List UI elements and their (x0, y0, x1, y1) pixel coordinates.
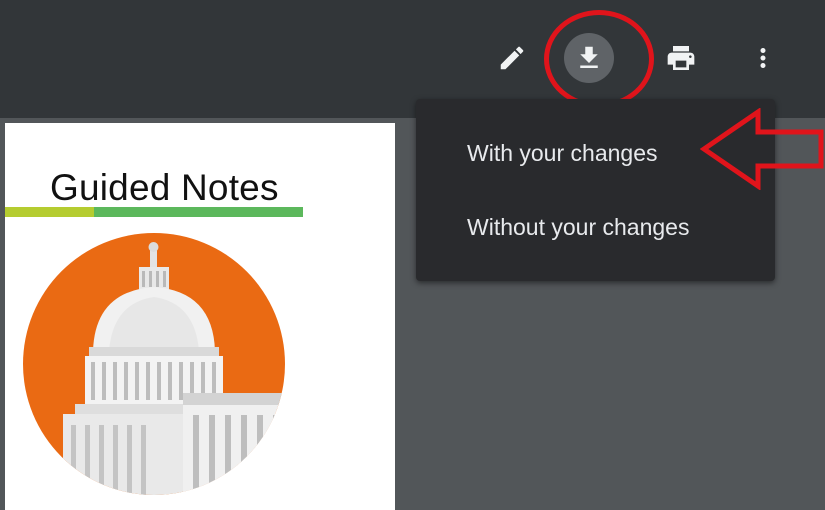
more-vert-icon (760, 48, 766, 68)
document-page: Guided Notes (5, 123, 395, 510)
menu-item-with-changes[interactable]: With your changes (416, 123, 775, 183)
pencil-icon (500, 46, 524, 70)
menu-item-label: Without your changes (467, 213, 690, 240)
capitol-logo (23, 233, 285, 495)
edit-button[interactable] (487, 33, 537, 83)
title-underline (5, 207, 303, 217)
printer-icon (667, 46, 695, 70)
print-button[interactable] (656, 33, 706, 83)
underline-segment-lime (5, 207, 94, 217)
download-button[interactable] (564, 33, 614, 83)
underline-segment-green (94, 207, 303, 217)
menu-item-without-changes[interactable]: Without your changes (416, 197, 775, 257)
menu-item-label: With your changes (467, 139, 658, 166)
download-menu: With your changes Without your changes (416, 99, 775, 281)
download-icon (580, 46, 598, 68)
more-options-button[interactable] (738, 33, 788, 83)
document-title: Guided Notes (50, 167, 279, 208)
